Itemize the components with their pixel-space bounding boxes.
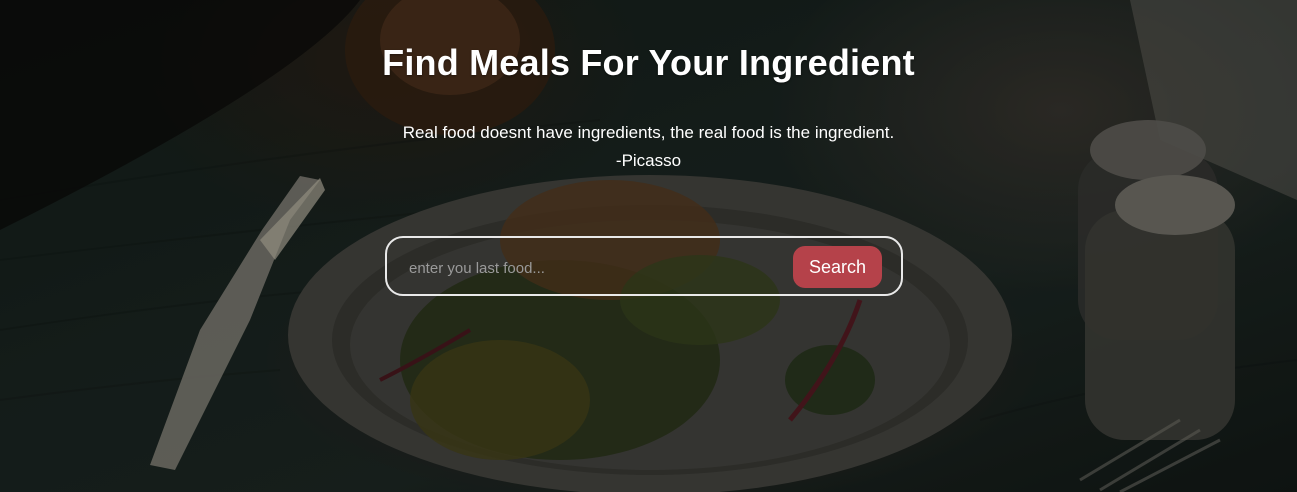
quote-author: -Picasso	[615, 151, 682, 170]
hero-content: Find Meals For Your Ingredient Real food…	[0, 0, 1297, 492]
page-title: Find Meals For Your Ingredient	[382, 42, 915, 83]
search-input[interactable]	[407, 250, 791, 286]
hero-section: Find Meals For Your Ingredient Real food…	[0, 0, 1297, 492]
search-button[interactable]: Search	[793, 246, 882, 288]
quote-text: Real food doesnt have ingredients, the r…	[402, 123, 895, 142]
search-form: Search	[385, 236, 903, 296]
quote: Real food doesnt have ingredients, the r…	[0, 119, 1297, 175]
